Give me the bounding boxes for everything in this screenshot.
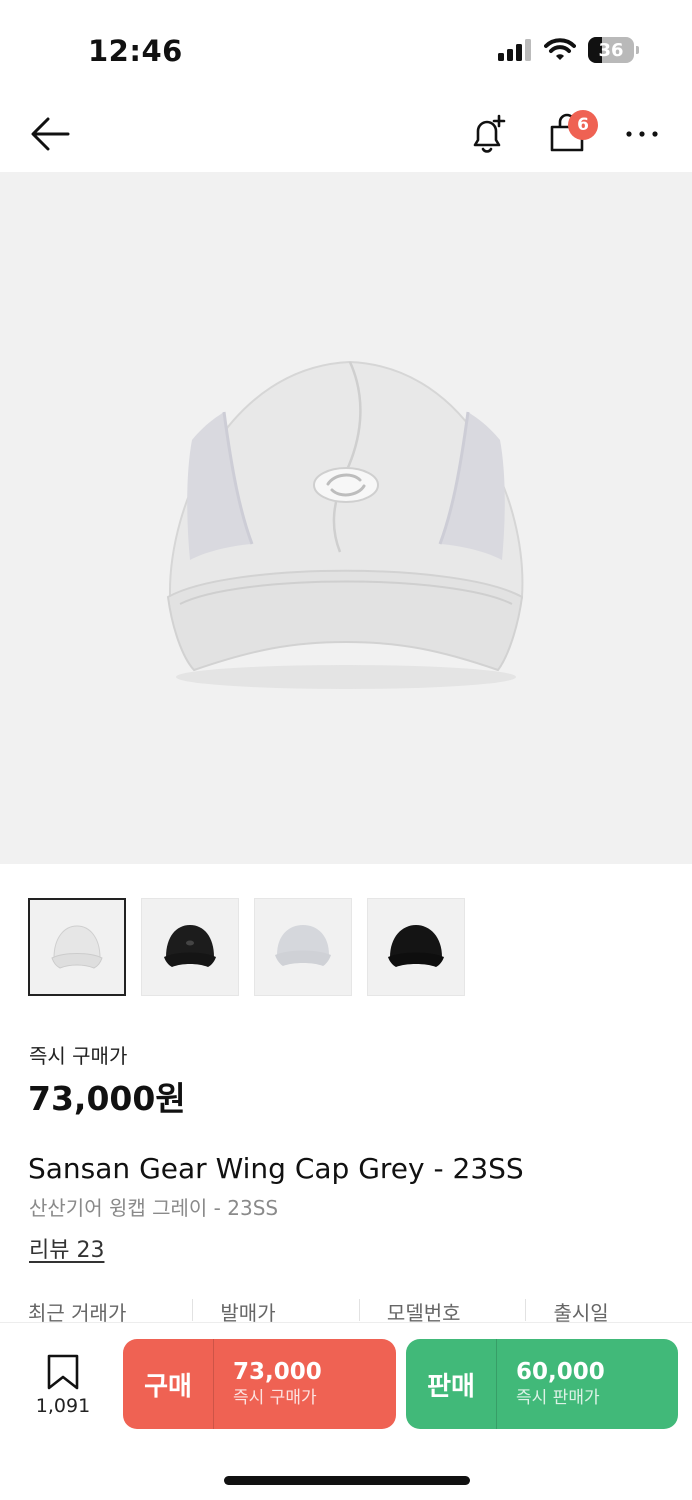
bottom-action-bar: 1,091 구매 73,000 즉시 구매가 판매 60,000 즉시 판매가 bbox=[0, 1322, 692, 1500]
thumbnail-black[interactable] bbox=[141, 898, 239, 996]
sell-label: 판매 bbox=[427, 1371, 475, 1402]
thumbnail-strip bbox=[28, 898, 465, 996]
buy-info: 73,000 즉시 구매가 bbox=[214, 1358, 322, 1410]
battery-icon: 36 bbox=[588, 37, 639, 63]
buy-sub-label: 즉시 구매가 bbox=[233, 1388, 317, 1408]
wifi-icon bbox=[544, 38, 576, 60]
cart-count-badge: 6 bbox=[568, 110, 598, 140]
add-alert-bell-icon[interactable] bbox=[466, 112, 510, 156]
review-link[interactable]: 리뷰 23 bbox=[29, 1232, 104, 1264]
thumbnail-black-2[interactable] bbox=[367, 898, 465, 996]
bookmark-icon bbox=[47, 1354, 79, 1390]
product-main-image[interactable] bbox=[0, 172, 692, 864]
sell-sub-label: 즉시 판매가 bbox=[516, 1388, 600, 1408]
status-icons: 36 bbox=[498, 37, 639, 63]
status-bar: 12:46 36 bbox=[0, 0, 692, 100]
instant-buy-price: 73,000원 bbox=[28, 1079, 186, 1118]
sell-button[interactable]: 판매 60,000 즉시 판매가 bbox=[406, 1339, 678, 1429]
cellular-signal-icon bbox=[498, 39, 531, 61]
bookmark-button[interactable]: 1,091 bbox=[28, 1353, 98, 1423]
status-time: 12:46 bbox=[88, 34, 183, 68]
buy-price: 73,000 bbox=[233, 1359, 322, 1385]
buy-button[interactable]: 구매 73,000 즉시 구매가 bbox=[123, 1339, 396, 1429]
back-arrow-icon[interactable] bbox=[28, 114, 72, 154]
product-title-en: Sansan Gear Wing Cap Grey - 23SS bbox=[28, 1152, 524, 1185]
thumbnail-light-grey[interactable] bbox=[254, 898, 352, 996]
battery-level: 36 bbox=[598, 39, 624, 61]
instant-buy-price-label: 즉시 구매가 bbox=[29, 1044, 128, 1068]
home-indicator bbox=[224, 1476, 470, 1485]
more-options-icon[interactable] bbox=[620, 122, 664, 146]
sell-info: 60,000 즉시 판매가 bbox=[497, 1358, 605, 1410]
thumbnail-grey[interactable] bbox=[28, 898, 126, 996]
sell-price: 60,000 bbox=[516, 1359, 605, 1385]
bookmark-count: 1,091 bbox=[35, 1395, 91, 1417]
product-title-ko: 산산기어 윙캡 그레이 - 23SS bbox=[29, 1196, 279, 1220]
buy-label: 구매 bbox=[144, 1371, 192, 1402]
